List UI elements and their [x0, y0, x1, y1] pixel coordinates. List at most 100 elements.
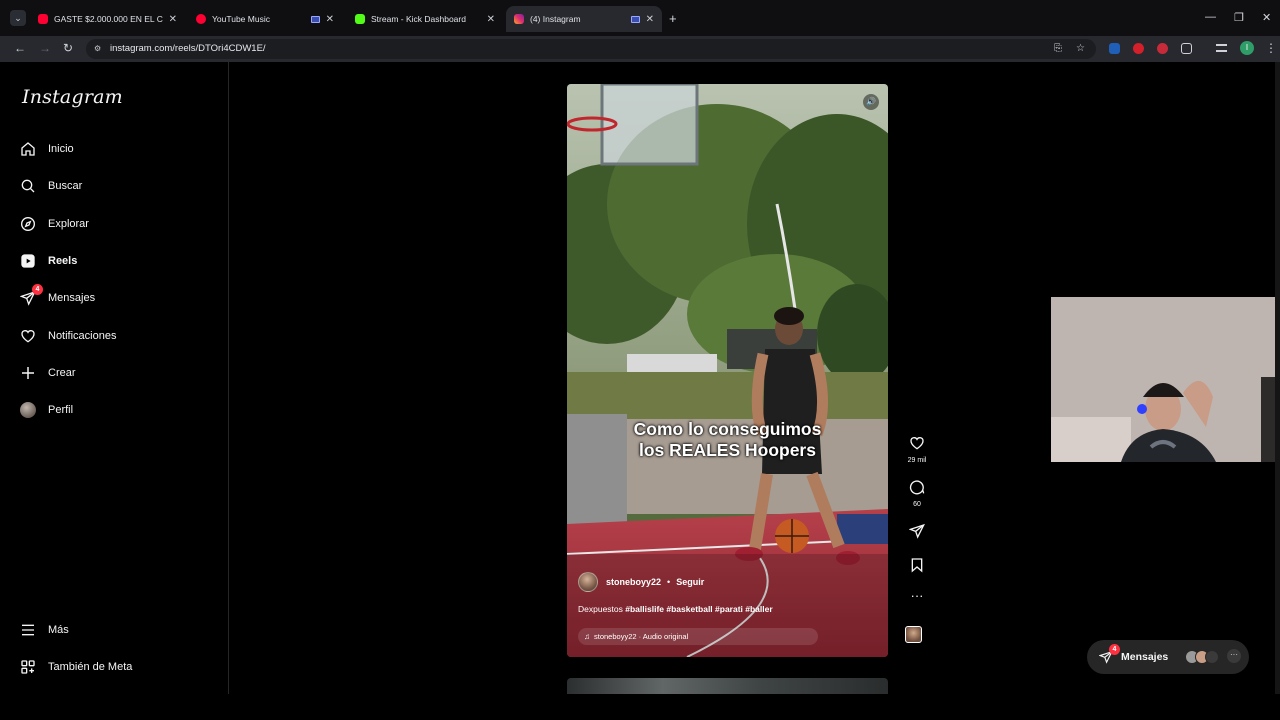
screen: ⌄ GASTE $2.000.000 EN EL COTO ✕ YouTube …	[0, 0, 1280, 720]
sidebar-item-perfil[interactable]: Perfil	[19, 396, 219, 424]
tab-title: Stream - Kick Dashboard	[371, 14, 466, 24]
avatar	[1205, 650, 1219, 664]
instagram-page: Instagram Inicio Buscar Explorar Reels 4…	[5, 62, 1280, 698]
site-info-icon[interactable]: ⚙	[94, 44, 104, 54]
browser-tab-instagram[interactable]: (4) Instagram ✕	[506, 6, 662, 32]
heart-icon	[19, 327, 37, 345]
notification-badge: 4	[32, 284, 43, 295]
sidebar-item-label: Buscar	[48, 180, 83, 192]
extension-icon[interactable]	[1133, 43, 1144, 54]
heart-icon[interactable]	[909, 435, 925, 451]
messages-pill-label: Mensajes	[1121, 651, 1169, 663]
close-tab-icon[interactable]: ✕	[646, 14, 654, 25]
separator-dot: •	[667, 577, 671, 587]
sidebar-item-explorar[interactable]: Explorar	[19, 210, 219, 238]
profile-avatar[interactable]: I	[1240, 41, 1254, 55]
reel-overlay-text-line2: los REALES Hoopers	[639, 440, 816, 460]
kick-favicon-icon	[355, 14, 365, 24]
tab-title: YouTube Music	[212, 14, 270, 24]
reload-button[interactable]: ↻	[63, 41, 73, 55]
notification-badge: 4	[1109, 644, 1120, 655]
webcam-overlay	[1051, 297, 1280, 462]
close-tab-icon[interactable]: ✕	[326, 14, 334, 25]
close-tab-icon[interactable]: ✕	[169, 14, 177, 25]
tab-title: (4) Instagram	[530, 14, 581, 24]
mute-toggle-icon[interactable]: 🔊	[863, 94, 879, 110]
meta-grid-icon	[19, 658, 37, 676]
sidebar-item-label: También de Meta	[48, 661, 133, 673]
share-action[interactable]	[902, 523, 932, 544]
screen-bottom-bar	[0, 694, 1280, 720]
caption-hashtags[interactable]: #ballislife #basketball #parati #baller	[625, 604, 772, 614]
forward-button[interactable]: →	[39, 41, 51, 55]
audio-thumbnail[interactable]	[905, 626, 922, 643]
bookmark-star-icon[interactable]: ☆	[1076, 43, 1085, 54]
sidebar-item-inicio[interactable]: Inicio	[19, 135, 219, 163]
sidebar-item-tambien-de-meta[interactable]: También de Meta	[19, 653, 219, 681]
sidebar-item-label: Mensajes	[48, 292, 96, 304]
browser-menu-icon[interactable]: ⋮	[1265, 41, 1277, 55]
reading-list-icon[interactable]	[1216, 44, 1227, 52]
sidebar-item-label: Más	[48, 624, 69, 636]
instagram-logo[interactable]: Instagram	[22, 86, 123, 108]
like-action[interactable]: 29 mil	[902, 435, 932, 464]
reel-audio-link[interactable]: ♫ stoneboyy22 · Audio original	[578, 628, 818, 645]
menu-icon	[19, 621, 37, 639]
plus-icon	[19, 364, 37, 382]
browser-tab-video[interactable]: GASTE $2.000.000 EN EL COTO ✕	[30, 6, 185, 32]
sidebar-item-mas[interactable]: Más	[19, 616, 219, 644]
back-button[interactable]: ←	[14, 41, 26, 55]
browser-tab-youtube-music[interactable]: YouTube Music ✕	[188, 6, 342, 32]
sidebar-item-label: Inicio	[48, 143, 74, 155]
reel-author: stoneboyy22 • Seguir	[578, 572, 704, 592]
close-window-button[interactable]: ✕	[1262, 11, 1271, 24]
reel-caption[interactable]: Dexpuestos #ballislife #basketball #para…	[578, 604, 773, 614]
follow-button[interactable]: Seguir	[676, 577, 704, 587]
url-text[interactable]: instagram.com/reels/DTOri4CDW1E/	[110, 43, 266, 54]
author-username[interactable]: stoneboyy22	[606, 577, 661, 587]
sidebar-item-crear[interactable]: Crear	[19, 359, 219, 387]
tab-search-button[interactable]: ⌄	[10, 10, 26, 26]
more-icon: ···	[1227, 649, 1241, 663]
more-options-icon[interactable]: ···	[902, 588, 932, 603]
save-action[interactable]	[902, 557, 932, 578]
comment-action[interactable]: 60	[902, 479, 932, 508]
youtube-favicon-icon	[38, 14, 48, 24]
reel-overlay-text-line1: Como lo conseguimos	[633, 419, 822, 439]
search-icon	[19, 177, 37, 195]
share-icon[interactable]	[908, 523, 925, 539]
sidebar-item-reels[interactable]: Reels	[19, 247, 219, 275]
address-bar[interactable]: ⚙ instagram.com/reels/DTOri4CDW1E/ ⎘ ☆	[86, 39, 1096, 59]
restore-window-button[interactable]: ❐	[1234, 11, 1244, 24]
page-scrollbar[interactable]	[1275, 62, 1280, 694]
browser-tab-kick[interactable]: Stream - Kick Dashboard ✕	[347, 6, 503, 32]
comment-icon[interactable]	[909, 479, 925, 495]
minimize-window-button[interactable]: —	[1205, 11, 1216, 23]
music-note-icon: ♫	[584, 632, 590, 641]
sidebar-item-buscar[interactable]: Buscar	[19, 172, 219, 200]
messenger-icon: 4	[19, 284, 43, 307]
close-tab-icon[interactable]: ✕	[487, 14, 495, 25]
extensions-puzzle-icon[interactable]	[1181, 43, 1192, 54]
sidebar-item-label: Notificaciones	[48, 330, 117, 342]
messages-pill[interactable]: 4 Mensajes ···	[1087, 640, 1249, 674]
youtube-music-favicon-icon	[196, 14, 206, 24]
new-tab-button[interactable]: +	[669, 11, 677, 26]
browser-tab-strip: ⌄ GASTE $2.000.000 EN EL COTO ✕ YouTube …	[0, 0, 1280, 36]
install-app-icon[interactable]: ⎘	[1054, 43, 1062, 54]
sidebar-item-mensajes[interactable]: 4 Mensajes	[19, 284, 219, 312]
webcam-image	[1051, 297, 1280, 462]
record-extension-icon[interactable]	[1157, 43, 1168, 54]
home-icon	[19, 140, 37, 158]
reel-video[interactable]: 🔊 Como lo conseguimos los REALES Hoopers…	[567, 84, 888, 657]
sidebar-item-label: Crear	[48, 367, 76, 379]
author-avatar[interactable]	[578, 572, 598, 592]
bookmark-icon[interactable]	[909, 557, 925, 573]
sidebar-item-label: Explorar	[48, 218, 89, 230]
sidebar: Instagram Inicio Buscar Explorar Reels 4…	[5, 62, 229, 694]
sidebar-item-label: Perfil	[48, 404, 74, 416]
extension-icon[interactable]	[1109, 43, 1120, 54]
comments-count: 60	[913, 501, 921, 508]
audio-label: stoneboyy22 · Audio original	[594, 632, 689, 641]
sidebar-item-notificaciones[interactable]: Notificaciones	[19, 322, 219, 350]
